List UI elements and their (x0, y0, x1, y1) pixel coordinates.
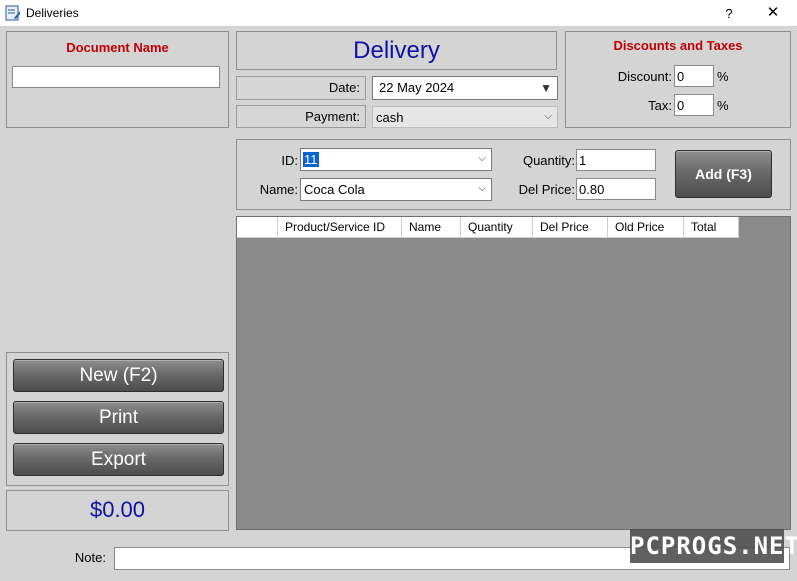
column-header-select[interactable] (237, 217, 278, 238)
quantity-label: Quantity: (522, 153, 575, 168)
del-price-input[interactable] (576, 178, 656, 200)
document-name-input[interactable] (12, 66, 220, 88)
column-header-product-id[interactable]: Product/Service ID (278, 217, 402, 238)
close-button[interactable]: ✕ (758, 0, 788, 27)
document-name-panel: Document Name (6, 31, 229, 128)
actions-panel: New (F2) Print Export (6, 352, 229, 486)
column-header-name[interactable]: Name (402, 217, 461, 238)
column-header-old-price[interactable]: Old Price (608, 217, 684, 238)
document-name-title: Document Name (66, 40, 169, 55)
page-title: Delivery (353, 37, 440, 64)
del-price-label: Del Price: (518, 182, 575, 197)
date-value: 22 May 2024 (379, 80, 455, 95)
name-value: Coca Cola (304, 182, 365, 197)
watermark: PCPROGS.NET (630, 529, 797, 563)
discount-label: Discount: (617, 69, 672, 84)
column-header-quantity[interactable]: Quantity (461, 217, 533, 238)
payment-select[interactable]: cash ⌵ (372, 106, 558, 128)
delivery-header: Delivery (236, 31, 557, 70)
app-icon (5, 5, 20, 21)
discount-unit: % (717, 69, 729, 84)
chevron-down-icon[interactable]: ⌵ (478, 179, 486, 199)
help-button[interactable]: ? (716, 0, 742, 27)
payment-value: cash (376, 110, 404, 125)
id-select[interactable]: 11 ⌵ (300, 148, 492, 171)
window-title: Deliveries (26, 6, 79, 20)
column-header-total[interactable]: Total (684, 217, 739, 238)
total-panel: $0.00 (6, 490, 229, 531)
tax-input[interactable] (674, 94, 714, 116)
discounts-title: Discounts and Taxes (613, 38, 743, 53)
discounts-panel: Discounts and Taxes Discount: % Tax: % (565, 31, 791, 128)
column-header-del-price[interactable]: Del Price (533, 217, 608, 238)
name-label: Name: (259, 182, 298, 197)
name-select[interactable]: Coca Cola ⌵ (300, 178, 492, 201)
discount-input[interactable] (674, 65, 714, 87)
chevron-down-icon[interactable]: ▼ (540, 77, 552, 99)
note-label: Note: (74, 550, 106, 565)
chevron-down-icon[interactable]: ⌵ (478, 149, 486, 169)
payment-label: Payment: (236, 105, 366, 128)
quantity-input[interactable] (576, 149, 656, 171)
chevron-down-icon[interactable]: ⌵ (544, 107, 552, 127)
add-button[interactable]: Add (F3) (675, 150, 772, 198)
item-entry-panel: ID: 11 ⌵ Name: Coca Cola ⌵ Quantity: Del… (236, 139, 791, 210)
id-value: 11 (303, 152, 319, 167)
items-grid[interactable]: Product/Service ID Name Quantity Del Pri… (236, 216, 791, 530)
grid-header: Product/Service ID Name Quantity Del Pri… (237, 217, 739, 238)
date-picker[interactable]: 22 May 2024 ▼ (372, 76, 558, 100)
print-button[interactable]: Print (13, 401, 224, 434)
title-bar: Deliveries ? ✕ (0, 0, 797, 27)
total-amount: $0.00 (89, 497, 146, 522)
tax-unit: % (717, 98, 729, 113)
new-button[interactable]: New (F2) (13, 359, 224, 392)
export-button[interactable]: Export (13, 443, 224, 476)
date-label: Date: (236, 76, 366, 100)
tax-label: Tax: (648, 98, 672, 113)
id-label: ID: (281, 153, 298, 168)
